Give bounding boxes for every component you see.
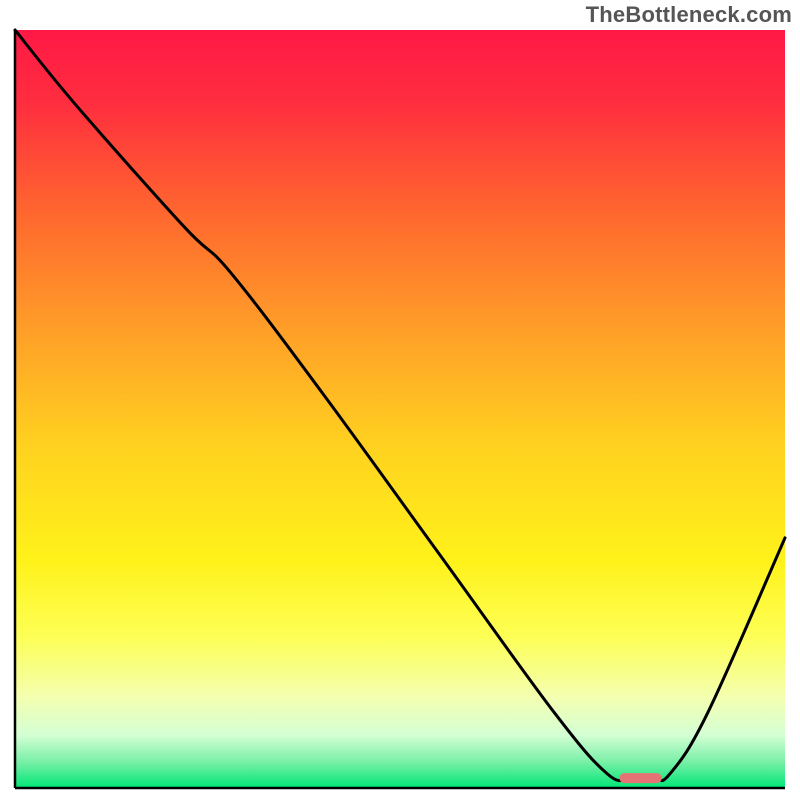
bottleneck-chart [0,0,800,800]
watermark-text: TheBottleneck.com [586,2,792,28]
optimum-marker [619,773,661,783]
plot-background [15,30,785,788]
chart-container: TheBottleneck.com [0,0,800,800]
